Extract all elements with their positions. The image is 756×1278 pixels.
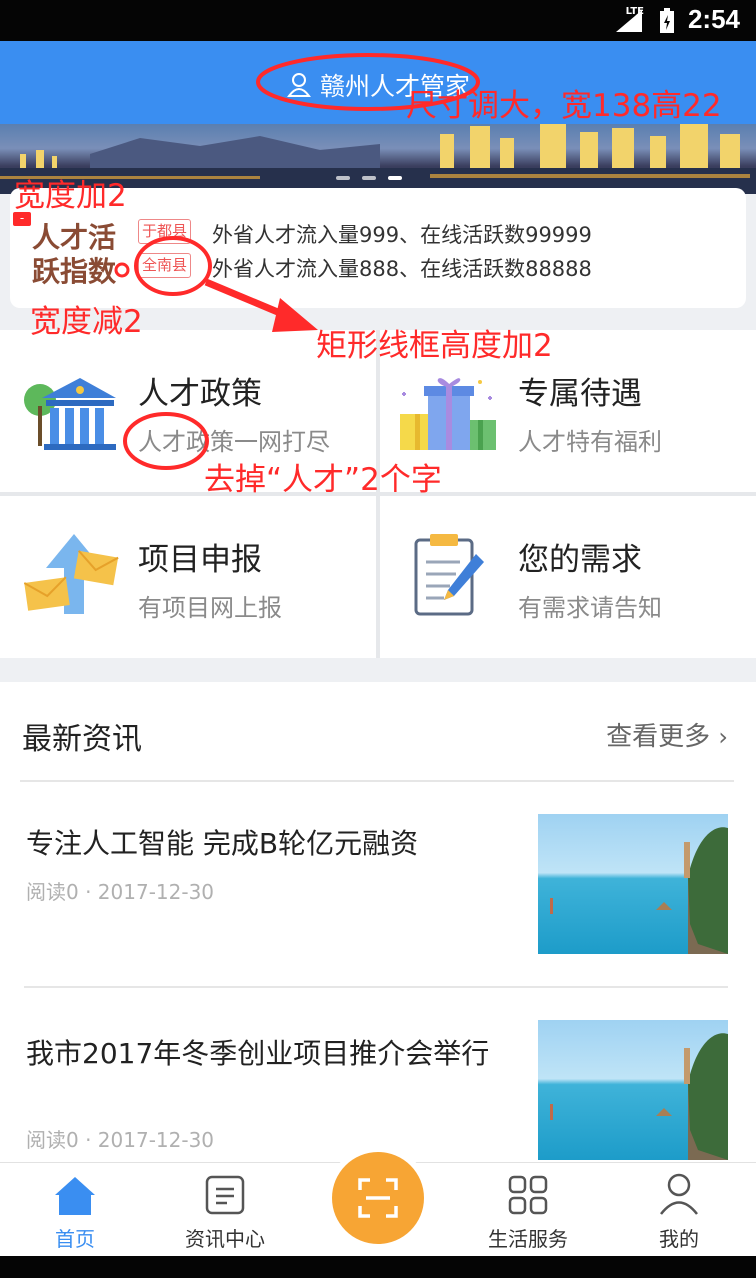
annotation-remove-words: 去掉“人才”2个字 bbox=[204, 462, 442, 498]
annotation-width-minus: 宽度减2 bbox=[30, 304, 143, 340]
annotation-width-plus: 宽度加2 bbox=[14, 178, 127, 214]
annotation-minus-marker: - bbox=[13, 212, 31, 226]
annotation-rect-height: 矩形线框高度加2 bbox=[316, 328, 553, 364]
annotation-header-size: 尺寸调大，宽138高22 bbox=[406, 88, 722, 124]
